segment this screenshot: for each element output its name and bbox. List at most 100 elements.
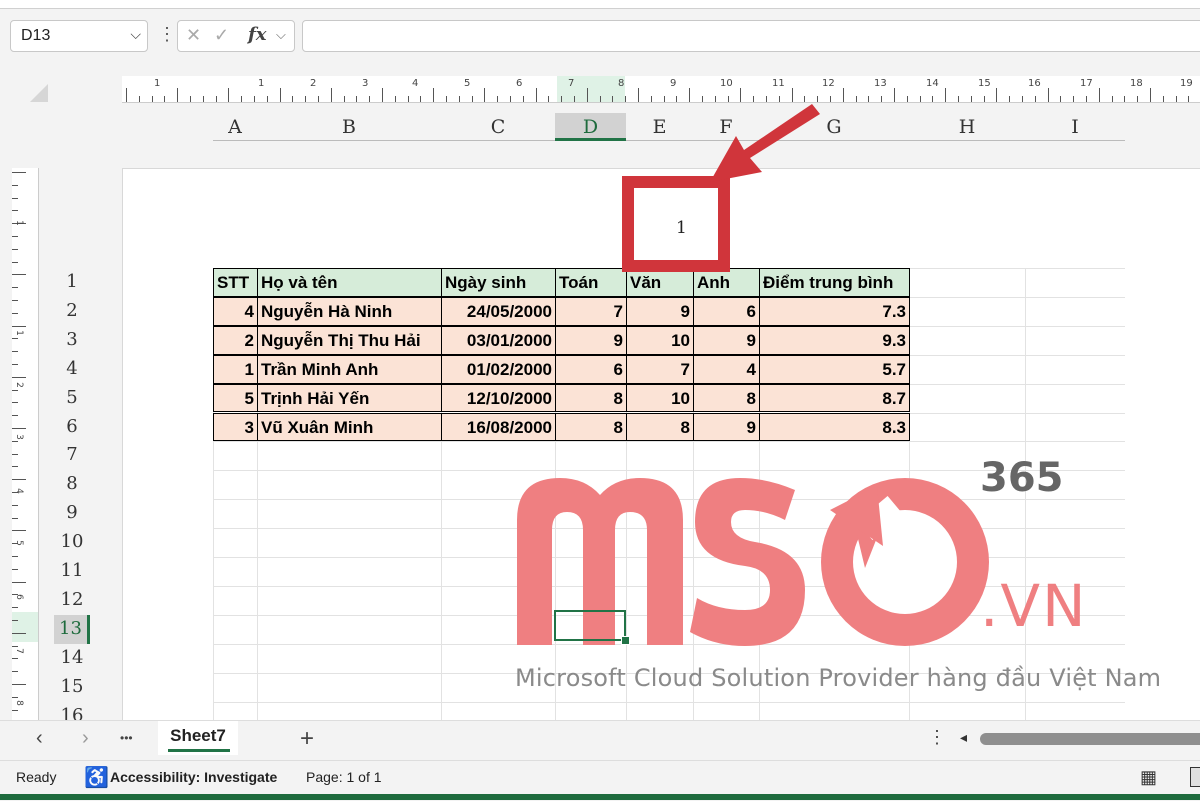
top-strip bbox=[0, 0, 1200, 9]
row-header-10[interactable]: 10 bbox=[54, 528, 90, 557]
table-cell-stt[interactable]: 4 bbox=[213, 296, 258, 326]
row-header-13[interactable]: 13 bbox=[54, 614, 90, 644]
column-header-b[interactable]: B bbox=[257, 113, 441, 141]
chevron-right-icon[interactable]: › bbox=[82, 727, 89, 750]
ruler-tick bbox=[458, 96, 460, 102]
more-options-icon[interactable]: ⋮ bbox=[158, 24, 176, 45]
more-options-icon[interactable]: ⋮ bbox=[928, 727, 946, 748]
table-cell-english[interactable]: 9 bbox=[693, 325, 760, 355]
ruler-number: 3 bbox=[13, 434, 24, 440]
table-cell-name[interactable]: Nguyễn Thị Thu Hải bbox=[257, 325, 442, 355]
row-header-1[interactable]: 1 bbox=[54, 268, 90, 297]
column-header-h[interactable]: H bbox=[909, 113, 1025, 141]
ruler-tick bbox=[1162, 96, 1164, 102]
accessibility-icon[interactable]: ♿ bbox=[84, 765, 109, 790]
scroll-left-icon[interactable]: ◂ bbox=[960, 729, 967, 746]
status-ready: Ready bbox=[16, 769, 57, 785]
table-header-birthdate[interactable]: Ngày sinh bbox=[441, 268, 556, 297]
window-bottom-edge bbox=[0, 794, 1200, 800]
row-header-3[interactable]: 3 bbox=[54, 326, 90, 355]
ruler-tick bbox=[228, 88, 230, 102]
row-header-6[interactable]: 6 bbox=[54, 413, 90, 442]
ruler-tick bbox=[12, 504, 18, 506]
table-cell-stt[interactable]: 1 bbox=[213, 354, 258, 384]
table-cell-average[interactable]: 8.7 bbox=[759, 383, 910, 413]
table-cell-literature[interactable]: 7 bbox=[626, 354, 694, 384]
column-header-c[interactable]: C bbox=[441, 113, 555, 141]
cancel-icon[interactable]: ✕ bbox=[186, 25, 201, 46]
grid-line bbox=[213, 441, 1125, 443]
row-header-9[interactable]: 9 bbox=[54, 499, 90, 528]
table-cell-average[interactable]: 9.3 bbox=[759, 325, 910, 355]
chevron-down-icon[interactable]: ⌵ bbox=[276, 27, 286, 43]
row-header-5[interactable]: 5 bbox=[54, 384, 90, 413]
ruler-tick bbox=[12, 440, 18, 442]
ruler-number: 6 bbox=[13, 594, 24, 600]
chevron-left-icon[interactable]: ‹ bbox=[36, 727, 43, 750]
page-layout-view-icon[interactable] bbox=[1190, 767, 1200, 787]
chevron-down-icon[interactable]: ⌵ bbox=[130, 26, 141, 43]
ruler-highlight bbox=[12, 612, 38, 642]
table-cell-stt[interactable]: 2 bbox=[213, 325, 258, 355]
table-cell-literature[interactable]: 8 bbox=[626, 412, 694, 442]
horizontal-scrollbar[interactable] bbox=[980, 733, 1200, 745]
table-cell-stt[interactable]: 3 bbox=[213, 412, 258, 442]
add-sheet-icon[interactable]: + bbox=[300, 725, 314, 753]
row-header-12[interactable]: 12 bbox=[54, 586, 90, 615]
table-cell-literature[interactable]: 10 bbox=[626, 383, 694, 413]
fill-handle[interactable] bbox=[621, 636, 630, 645]
name-box[interactable]: D13 ⌵ bbox=[10, 20, 148, 52]
table-cell-math[interactable]: 8 bbox=[555, 412, 627, 442]
table-cell-english[interactable]: 6 bbox=[693, 296, 760, 326]
more-sheets-icon[interactable]: ••• bbox=[120, 731, 133, 745]
table-cell-average[interactable]: 5.7 bbox=[759, 354, 910, 384]
table-cell-birthdate[interactable]: 24/05/2000 bbox=[441, 296, 556, 326]
select-all-corner[interactable] bbox=[30, 84, 48, 102]
row-header-15[interactable]: 15 bbox=[54, 673, 90, 702]
ruler-tick bbox=[433, 88, 435, 102]
column-header-a[interactable]: A bbox=[213, 113, 257, 141]
table-cell-math[interactable]: 8 bbox=[555, 383, 627, 413]
table-cell-literature[interactable]: 9 bbox=[626, 296, 694, 326]
table-header-name[interactable]: Họ và tên bbox=[257, 268, 442, 297]
ruler-number: 8 bbox=[618, 78, 625, 89]
table-cell-birthdate[interactable]: 12/10/2000 bbox=[441, 383, 556, 413]
row-header-4[interactable]: 4 bbox=[54, 355, 90, 384]
row-header-14[interactable]: 14 bbox=[54, 644, 90, 673]
accessibility-status[interactable]: Accessibility: Investigate bbox=[110, 769, 277, 785]
normal-view-icon[interactable]: ▦ bbox=[1140, 767, 1157, 788]
enter-icon[interactable]: ✓ bbox=[214, 25, 229, 46]
table-cell-name[interactable]: Vũ Xuân Minh bbox=[257, 412, 442, 442]
table-cell-name[interactable]: Trịnh Hải Yến bbox=[257, 383, 442, 413]
table-cell-name[interactable]: Trần Minh Anh bbox=[257, 354, 442, 384]
row-header-8[interactable]: 8 bbox=[54, 470, 90, 499]
row-header-7[interactable]: 7 bbox=[54, 441, 90, 470]
ruler-tick bbox=[970, 96, 972, 102]
ruler-tick bbox=[12, 402, 18, 404]
table-cell-name[interactable]: Nguyễn Hà Ninh bbox=[257, 296, 442, 326]
table-cell-birthdate[interactable]: 03/01/2000 bbox=[441, 325, 556, 355]
table-cell-average[interactable]: 8.3 bbox=[759, 412, 910, 442]
table-cell-literature[interactable]: 10 bbox=[626, 325, 694, 355]
table-cell-birthdate[interactable]: 01/02/2000 bbox=[441, 354, 556, 384]
table-cell-math[interactable]: 7 bbox=[555, 296, 627, 326]
ruler-tick bbox=[1086, 96, 1087, 102]
selected-cell[interactable] bbox=[554, 610, 626, 641]
row-header-11[interactable]: 11 bbox=[54, 557, 90, 586]
ruler-tick bbox=[12, 376, 26, 378]
ruler-number: 13 bbox=[874, 78, 887, 89]
formula-input[interactable] bbox=[302, 20, 1200, 52]
table-cell-birthdate[interactable]: 16/08/2000 bbox=[441, 412, 556, 442]
table-cell-english[interactable]: 9 bbox=[693, 412, 760, 442]
table-cell-stt[interactable]: 5 bbox=[213, 383, 258, 413]
table-cell-math[interactable]: 9 bbox=[555, 325, 627, 355]
table-header-stt[interactable]: STT bbox=[213, 268, 258, 297]
table-cell-english[interactable]: 8 bbox=[693, 383, 760, 413]
ruler-tick bbox=[12, 172, 26, 173]
insert-function-icon[interactable]: fx bbox=[248, 24, 266, 45]
row-header-2[interactable]: 2 bbox=[54, 297, 90, 326]
table-cell-math[interactable]: 6 bbox=[555, 354, 627, 384]
table-cell-english[interactable]: 4 bbox=[693, 354, 760, 384]
table-cell-average[interactable]: 7.3 bbox=[759, 296, 910, 326]
column-header-i[interactable]: I bbox=[1025, 113, 1125, 141]
